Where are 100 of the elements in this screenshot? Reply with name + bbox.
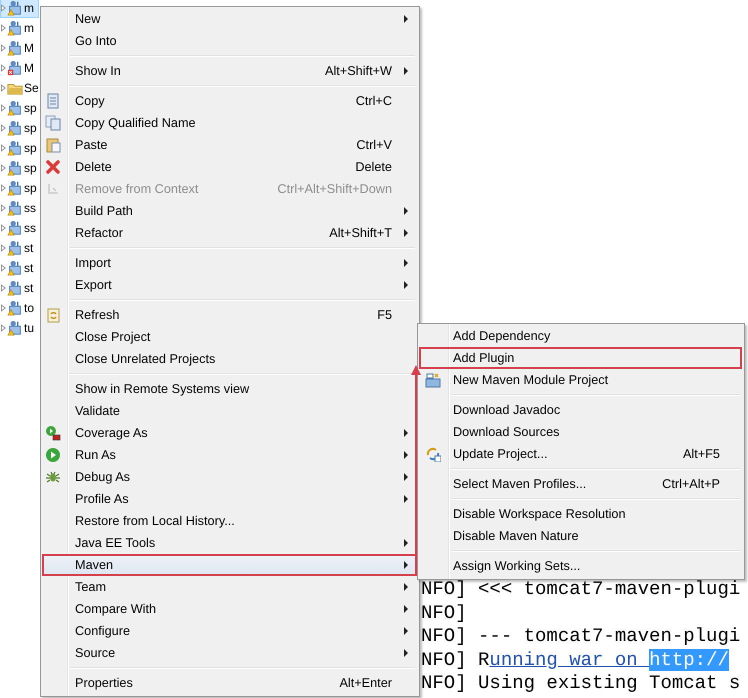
menu-item[interactable]: Build Path bbox=[42, 200, 417, 222]
shortcut-text: Alt+Shift+W bbox=[325, 64, 392, 78]
submenu-arrow-icon bbox=[404, 561, 408, 569]
tree-item[interactable]: sp bbox=[0, 98, 39, 118]
menu-item[interactable]: Select Maven Profiles... Ctrl+Alt+P bbox=[419, 473, 742, 495]
menu-item[interactable]: Java EE Tools bbox=[42, 532, 417, 554]
tree-item[interactable]: st bbox=[0, 278, 39, 298]
menu-item[interactable]: Export bbox=[42, 274, 417, 296]
tree-item[interactable]: ss bbox=[0, 198, 39, 218]
menu-item[interactable]: Refresh F5 bbox=[42, 304, 417, 326]
menu-item[interactable]: Import bbox=[42, 252, 417, 274]
menu-item[interactable]: Coverage As bbox=[42, 422, 417, 444]
refresh-icon bbox=[45, 307, 61, 323]
shortcut-text: Ctrl+C bbox=[356, 94, 392, 108]
submenu-arrow-icon bbox=[404, 429, 408, 437]
menu-item[interactable]: Go Into bbox=[42, 30, 417, 52]
menu-item[interactable]: Configure bbox=[42, 620, 417, 642]
shortcut-text: Ctrl+V bbox=[356, 138, 392, 152]
menu-item[interactable]: Profile As bbox=[42, 488, 417, 510]
submenu-arrow-icon bbox=[404, 495, 408, 503]
menu-item[interactable]: Maven bbox=[42, 554, 417, 576]
project-icon bbox=[7, 120, 23, 136]
project-icon bbox=[7, 40, 23, 56]
tree-item[interactable]: sp bbox=[0, 178, 39, 198]
menu-item[interactable]: Validate bbox=[42, 400, 417, 422]
menu-item[interactable]: Copy Qualified Name bbox=[42, 112, 417, 134]
project-icon bbox=[7, 220, 23, 236]
menu-item[interactable]: Close Unrelated Projects bbox=[42, 348, 417, 370]
menu-item[interactable]: Compare With bbox=[42, 598, 417, 620]
menu-item[interactable]: Delete Delete bbox=[42, 156, 417, 178]
submenu-arrow-icon bbox=[404, 281, 408, 289]
tree-item[interactable]: sp bbox=[0, 138, 39, 158]
expand-icon[interactable] bbox=[1, 204, 6, 212]
tree-item[interactable]: ss bbox=[0, 218, 39, 238]
tree-item[interactable]: M bbox=[0, 58, 39, 78]
menu-item[interactable]: Team bbox=[42, 576, 417, 598]
tree-item[interactable]: sp bbox=[0, 158, 39, 178]
project-icon bbox=[7, 240, 23, 256]
tree-item[interactable]: tu bbox=[0, 318, 39, 338]
menu-item[interactable]: Disable Workspace Resolution bbox=[419, 503, 742, 525]
menu-item[interactable]: Paste Ctrl+V bbox=[42, 134, 417, 156]
expand-icon[interactable] bbox=[1, 224, 6, 232]
expand-icon[interactable] bbox=[1, 264, 6, 272]
menu-item[interactable]: Run As bbox=[42, 444, 417, 466]
update-icon bbox=[425, 446, 441, 462]
menu-item[interactable]: New Maven Module Project bbox=[419, 369, 742, 391]
project-icon bbox=[7, 60, 23, 76]
menu-item[interactable]: Disable Maven Nature bbox=[419, 525, 742, 547]
expand-icon[interactable] bbox=[1, 164, 6, 172]
tree-item[interactable]: m bbox=[0, 0, 39, 18]
expand-icon[interactable] bbox=[1, 24, 6, 32]
shortcut-text: Alt+F5 bbox=[682, 447, 720, 461]
menu-item[interactable]: Properties Alt+Enter bbox=[42, 672, 417, 694]
menu-item[interactable]: Download Javadoc bbox=[419, 399, 742, 421]
expand-icon[interactable] bbox=[1, 244, 6, 252]
expand-icon[interactable] bbox=[1, 104, 6, 112]
menu-item[interactable]: Add Dependency bbox=[419, 325, 742, 347]
expand-icon[interactable] bbox=[1, 124, 6, 132]
submenu-arrow-icon bbox=[404, 229, 408, 237]
expand-icon[interactable] bbox=[1, 44, 6, 52]
tree-item[interactable]: st bbox=[0, 238, 39, 258]
project-icon bbox=[7, 260, 23, 276]
submenu-arrow-icon bbox=[404, 627, 408, 635]
tree-item[interactable]: M bbox=[0, 38, 39, 58]
expand-icon[interactable] bbox=[1, 284, 6, 292]
tree-item[interactable]: st bbox=[0, 258, 39, 278]
menu-item[interactable]: Download Sources bbox=[419, 421, 742, 443]
project-icon bbox=[7, 160, 23, 176]
shortcut-text: Ctrl+Alt+Shift+Down bbox=[277, 182, 392, 196]
menu-item[interactable]: Update Project... Alt+F5 bbox=[419, 443, 742, 465]
submenu-arrow-icon bbox=[404, 539, 408, 547]
menu-item[interactable]: Refactor Alt+Shift+T bbox=[42, 222, 417, 244]
project-icon bbox=[7, 140, 23, 156]
expand-icon[interactable] bbox=[1, 4, 6, 12]
tree-item[interactable]: m bbox=[0, 18, 39, 38]
console-line: NFO] --- tomcat7-maven-plugi bbox=[421, 625, 742, 648]
menu-item[interactable]: Copy Ctrl+C bbox=[42, 90, 417, 112]
clipboard-icon bbox=[45, 137, 61, 153]
tree-item[interactable]: to bbox=[0, 298, 39, 318]
tree-item[interactable]: sp bbox=[0, 118, 39, 138]
expand-icon[interactable] bbox=[1, 144, 6, 152]
expand-icon[interactable] bbox=[1, 304, 6, 312]
menu-item[interactable]: Show in Remote Systems view bbox=[42, 378, 417, 400]
tree-item[interactable]: Se bbox=[0, 78, 39, 98]
shortcut-text: Alt+Enter bbox=[339, 676, 392, 690]
expand-icon[interactable] bbox=[1, 64, 6, 72]
menu-item[interactable]: New bbox=[42, 8, 417, 30]
menu-item[interactable]: Source bbox=[42, 642, 417, 664]
menu-item[interactable]: Show In Alt+Shift+W bbox=[42, 60, 417, 82]
menu-item[interactable]: Add Plugin bbox=[419, 347, 742, 369]
shortcut-text: Ctrl+Alt+P bbox=[662, 477, 720, 491]
console-line: NFO] Using existing Tomcat s bbox=[421, 672, 742, 696]
menu-item[interactable]: Restore from Local History... bbox=[42, 510, 417, 532]
menu-item[interactable]: Assign Working Sets... bbox=[419, 555, 742, 577]
expand-icon[interactable] bbox=[1, 324, 6, 332]
expand-icon[interactable] bbox=[1, 184, 6, 192]
menu-item[interactable]: Debug As bbox=[42, 466, 417, 488]
menu-item[interactable]: Close Project bbox=[42, 326, 417, 348]
copy-icon bbox=[45, 115, 61, 131]
submenu-arrow-icon bbox=[404, 67, 408, 75]
